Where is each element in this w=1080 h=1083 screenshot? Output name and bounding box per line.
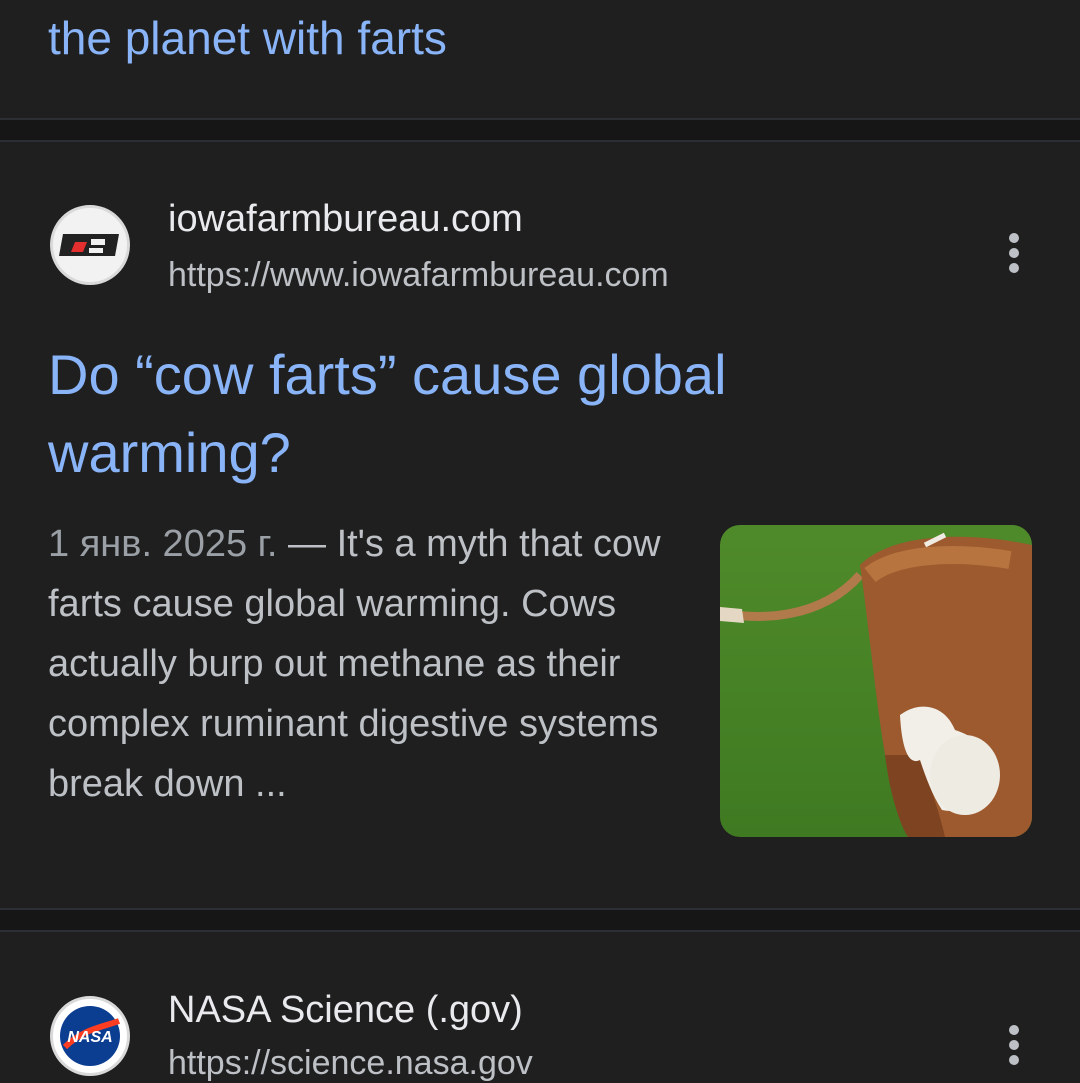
more-options-icon[interactable] xyxy=(1004,230,1024,274)
result-separator xyxy=(0,118,1080,142)
previous-result-title[interactable]: the planet with farts xyxy=(48,8,447,68)
result-snippet: 1 янв. 2025 г. — It's a myth that cow fa… xyxy=(48,514,688,814)
site-name[interactable]: iowafarmbureau.com xyxy=(168,198,523,241)
previous-result-card: the planet with farts xyxy=(0,0,1080,118)
site-url[interactable]: https://science.nasa.gov xyxy=(168,1044,533,1083)
svg-text:NASA: NASA xyxy=(67,1029,112,1046)
search-result-card xyxy=(0,932,1080,1080)
nasa-favicon-icon[interactable]: NASA xyxy=(50,996,130,1076)
snippet-text: It's a myth that cow farts cause global … xyxy=(48,523,661,805)
date-separator: — xyxy=(277,523,337,565)
result-date: 1 янв. 2025 г. xyxy=(48,523,278,565)
site-url[interactable]: https://www.iowafarmbureau.com xyxy=(168,256,669,295)
cow-thumbnail-image[interactable] xyxy=(720,525,1032,837)
result-title-link[interactable]: Do “cow farts” cause global warming? xyxy=(48,336,848,492)
more-options-icon[interactable] xyxy=(1004,1022,1024,1066)
result-separator xyxy=(0,908,1080,932)
site-name[interactable]: NASA Science (.gov) xyxy=(168,989,523,1032)
iowa-farm-bureau-favicon-icon[interactable] xyxy=(50,205,130,285)
